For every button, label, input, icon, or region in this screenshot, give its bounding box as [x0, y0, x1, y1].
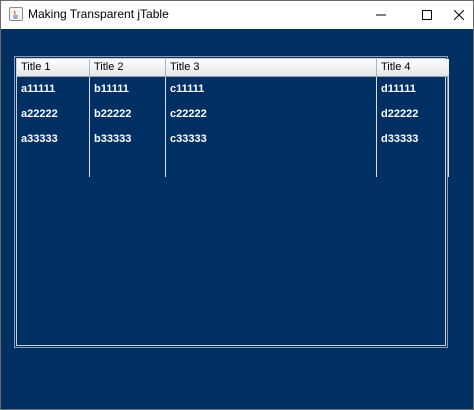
minimize-button[interactable] — [358, 1, 404, 29]
table-cell[interactable]: b22222 — [90, 102, 166, 127]
table-viewport: Title 1 Title 2 Title 3 Title 4 a11111 b… — [16, 58, 449, 346]
app-window: Making Transparent jTable Title 1 Title … — [0, 0, 474, 410]
close-icon — [454, 10, 464, 20]
table-cell[interactable]: d11111 — [377, 77, 449, 102]
maximize-button[interactable] — [404, 1, 450, 29]
table-row[interactable]: a22222 b22222 c22222 d22222 — [17, 102, 449, 127]
maximize-icon — [422, 10, 432, 20]
table-cell[interactable]: d33333 — [377, 127, 449, 152]
table-cell[interactable]: b33333 — [90, 127, 166, 152]
column-header-title-1[interactable]: Title 1 — [17, 59, 90, 76]
table-cell[interactable]: a33333 — [17, 127, 90, 152]
table-cell[interactable]: d22222 — [377, 102, 449, 127]
table-cell[interactable]: c11111 — [166, 77, 377, 102]
column-header-title-3[interactable]: Title 3 — [166, 59, 377, 76]
table-header: Title 1 Title 2 Title 3 Title 4 — [17, 59, 449, 77]
table-scroll-pane[interactable]: Title 1 Title 2 Title 3 Title 4 a11111 b… — [14, 56, 449, 348]
column-header-title-2[interactable]: Title 2 — [90, 59, 166, 76]
content-pane: Title 1 Title 2 Title 3 Title 4 a11111 b… — [1, 29, 473, 409]
table-cell[interactable]: c22222 — [166, 102, 377, 127]
column-header-title-4[interactable]: Title 4 — [377, 59, 449, 76]
java-icon — [9, 7, 23, 21]
table-row[interactable]: a11111 b11111 c11111 d11111 — [17, 77, 449, 102]
table-row[interactable]: a33333 b33333 c33333 d33333 — [17, 127, 449, 152]
window-title: Making Transparent jTable — [28, 7, 169, 21]
minimize-icon — [376, 14, 386, 16]
table-cell[interactable]: a11111 — [17, 77, 90, 102]
table-cell[interactable]: c33333 — [166, 127, 377, 152]
table-cell[interactable]: a22222 — [17, 102, 90, 127]
close-button[interactable] — [450, 1, 473, 29]
title-bar[interactable]: Making Transparent jTable — [1, 1, 473, 29]
table-cell[interactable]: b11111 — [90, 77, 166, 102]
